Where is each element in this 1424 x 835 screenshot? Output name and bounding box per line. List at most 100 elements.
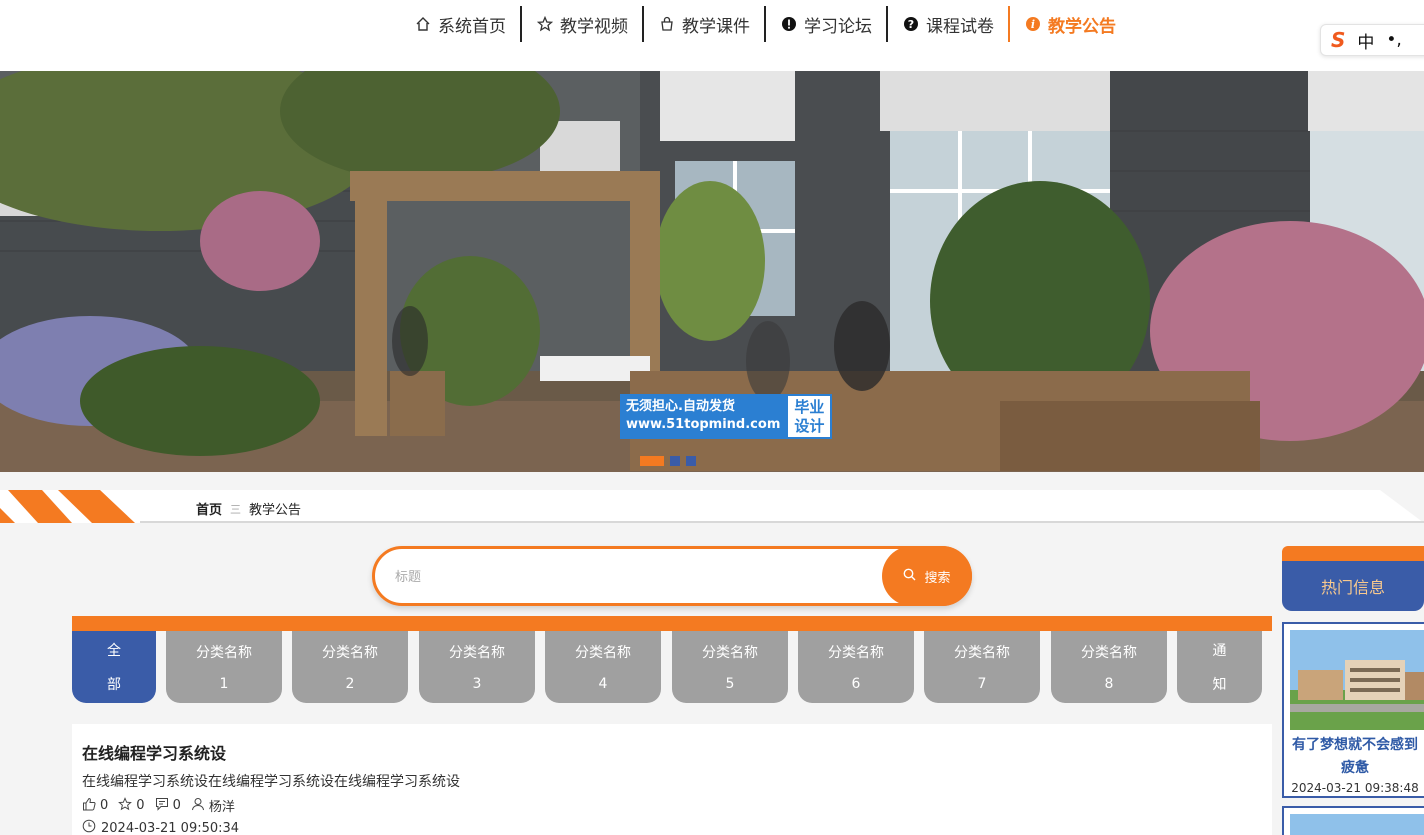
watermark-right: 毕业 设计 <box>786 394 833 439</box>
category-label: 4 <box>598 676 608 692</box>
nav-item-label: 学习论坛 <box>804 16 872 37</box>
hot-item-date: 2024-03-21 09:38:48 <box>1291 781 1419 795</box>
category-label: 分类名称 <box>196 645 252 661</box>
ime-punct[interactable]: •, <box>1386 30 1401 50</box>
hot-item[interactable]: 有了梦想就不会感到疲惫 2024-03-21 09:38:48 <box>1282 622 1424 798</box>
category-tab-4[interactable]: 分类名称 4 <box>545 631 661 703</box>
nav-item-label: 教学视频 <box>560 16 628 37</box>
article-meta: 0 0 0 杨洋 <box>82 796 235 815</box>
category-tab-7[interactable]: 分类名称 7 <box>924 631 1040 703</box>
nav-item-courseware[interactable]: 教学课件 <box>644 6 766 42</box>
hot-item-image[interactable] <box>1290 630 1424 730</box>
search-input[interactable] <box>395 563 875 591</box>
nav-item-forum[interactable]: 学习论坛 <box>766 6 888 42</box>
category-label: 分类名称 <box>322 645 378 661</box>
hot-item[interactable] <box>1282 806 1424 835</box>
info-icon: i <box>1024 15 1042 33</box>
category-label: 分类名称 <box>954 645 1010 661</box>
nav-item-label: 系统首页 <box>438 16 506 37</box>
category-label: 分类名称 <box>449 645 505 661</box>
category-label: 2 <box>345 676 355 692</box>
search-button[interactable]: 搜索 <box>882 546 972 606</box>
category-tab-5[interactable]: 分类名称 5 <box>672 631 788 703</box>
article-description: 在线编程学习系统设在线编程学习系统设在线编程学习系统设 <box>82 774 460 790</box>
watermark-badge: 无须担心.自动发货 www.51topmind.com 毕业 设计 <box>620 394 833 439</box>
category-tab-8[interactable]: 分类名称 8 <box>1051 631 1167 703</box>
carousel-dot[interactable] <box>686 456 696 466</box>
breadcrumb-home[interactable]: 首页 <box>196 499 222 518</box>
nav-item-label: 课程试卷 <box>926 16 994 37</box>
star-icon <box>118 796 133 815</box>
category-label: 3 <box>472 676 482 692</box>
author-name: 杨洋 <box>208 800 235 815</box>
comment-count: 0 <box>155 797 181 815</box>
main-nav: 系统首页 教学视频 教学课件 学习论坛 ? 课程试卷 i 教学公告 <box>400 6 1130 42</box>
watermark-url: www.51topmind.com <box>626 417 781 432</box>
category-label: 通 <box>1212 643 1227 659</box>
top-navbar: 系统首页 教学视频 教学课件 学习论坛 ? 课程试卷 i 教学公告 S 中 •, <box>0 0 1424 71</box>
favorite-count: 0 <box>118 796 145 815</box>
bag-icon <box>658 15 676 33</box>
nav-item-home[interactable]: 系统首页 <box>400 6 522 42</box>
article-title[interactable]: 在线编程学习系统设 <box>82 740 226 764</box>
ime-mode[interactable]: 中 <box>1357 28 1374 53</box>
nav-item-announcements[interactable]: i 教学公告 <box>1008 6 1130 42</box>
category-label: 5 <box>725 676 735 692</box>
category-label: 7 <box>977 676 987 692</box>
category-label: 分类名称 <box>1081 645 1137 661</box>
ime-toolbar[interactable]: S 中 •, <box>1320 24 1424 56</box>
category-tabs: 全 部 分类名称 1 分类名称 2 分类名称 3 分类名称 4 分类名称 5 分… <box>72 631 1272 703</box>
ime-logo-icon: S <box>1331 28 1346 52</box>
hot-item-image[interactable] <box>1284 808 1424 835</box>
category-label: 1 <box>219 676 229 692</box>
carousel-dot[interactable] <box>670 456 680 466</box>
user-icon <box>191 797 205 815</box>
hot-panel-accent <box>1282 546 1424 562</box>
category-label: 8 <box>1104 676 1114 692</box>
list-item[interactable]: 在线编程学习系统设 在线编程学习系统设在线编程学习系统设在线编程学习系统设 0 … <box>72 724 1272 835</box>
hot-item-title[interactable]: 有了梦想就不会感到疲惫 <box>1290 734 1420 780</box>
watermark-text: 无须担心.自动发货 <box>626 399 735 414</box>
category-tab-2[interactable]: 分类名称 2 <box>292 631 408 703</box>
home-icon <box>414 15 432 33</box>
comment-count-value: 0 <box>172 798 181 813</box>
category-tab-notice[interactable]: 通 知 <box>1177 631 1262 703</box>
category-tab-all[interactable]: 全 部 <box>72 631 156 703</box>
category-label: 分类名称 <box>828 645 884 661</box>
nav-item-videos[interactable]: 教学视频 <box>522 6 644 42</box>
carousel-dot[interactable] <box>640 456 664 466</box>
article-date-value: 2024-03-21 09:50:34 <box>101 820 240 835</box>
category-label: 6 <box>851 676 861 692</box>
search-button-label: 搜索 <box>924 570 951 586</box>
breadcrumb-current: 教学公告 <box>249 503 302 518</box>
svg-text:?: ? <box>908 18 914 31</box>
thumbs-up-icon <box>82 797 96 815</box>
category-label: 全 <box>107 643 121 659</box>
category-label: 知 <box>1212 677 1227 693</box>
like-count: 0 <box>82 797 108 815</box>
author: 杨洋 <box>191 796 235 815</box>
watermark-left: 无须担心.自动发货 www.51topmind.com <box>620 394 787 439</box>
search-box: 搜索 <box>372 546 972 606</box>
nav-item-exams[interactable]: ? 课程试卷 <box>888 6 1010 42</box>
star-icon <box>536 15 554 33</box>
favorite-count-value: 0 <box>136 798 145 813</box>
banner-carousel[interactable]: 无须担心.自动发货 www.51topmind.com 毕业 设计 <box>0 71 1424 472</box>
category-tab-1[interactable]: 分类名称 1 <box>166 631 282 703</box>
nav-item-label: 教学公告 <box>1048 16 1116 37</box>
comment-icon <box>155 797 169 815</box>
hot-panel-title: 热门信息 <box>1282 561 1424 611</box>
search-icon <box>903 568 916 585</box>
svg-text:i: i <box>1031 18 1035 31</box>
breadcrumb-separator: 三 <box>230 502 242 516</box>
like-count-value: 0 <box>100 798 109 813</box>
category-bar <box>72 616 1272 631</box>
nav-item-label: 教学课件 <box>682 16 750 37</box>
article-date: 2024-03-21 09:50:34 <box>82 819 239 835</box>
watermark-text: 毕业 <box>794 398 825 416</box>
category-tab-3[interactable]: 分类名称 3 <box>419 631 535 703</box>
watermark-text: 设计 <box>794 417 825 435</box>
carousel-indicators <box>640 456 696 466</box>
category-tab-6[interactable]: 分类名称 6 <box>798 631 914 703</box>
category-label: 分类名称 <box>702 645 758 661</box>
